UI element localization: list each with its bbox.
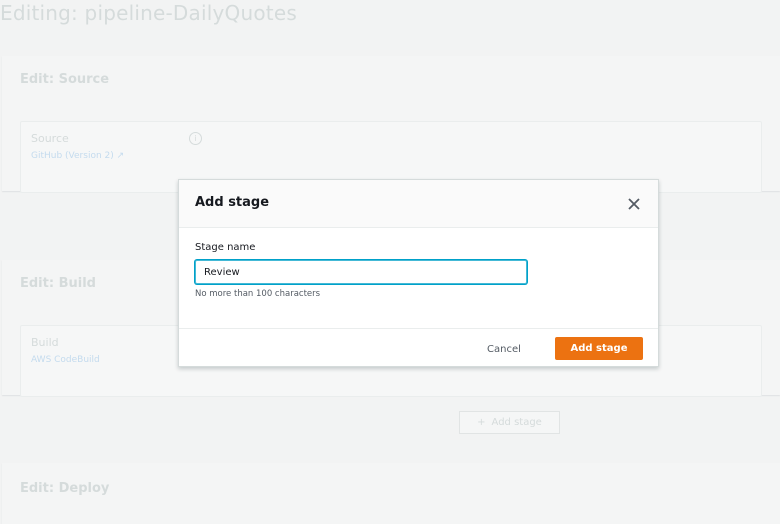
add-stage-label: Add stage (491, 417, 542, 428)
add-stage-modal: Add stage Stage name No more than 100 ch… (178, 179, 659, 367)
add-stage-submit-button[interactable]: Add stage (555, 337, 643, 360)
close-icon (628, 198, 640, 210)
stage-card-deploy: Edit: Deploy (2, 463, 780, 524)
page-title: Editing: pipeline-DailyQuotes (0, 1, 297, 25)
stage-card-source: Edit: Source Source i GitHub (Version 2)… (2, 56, 780, 193)
external-link-icon: ↗ (116, 151, 125, 161)
constraint-text: No more than 100 characters (195, 289, 321, 299)
modal-footer: Cancel Add stage (179, 328, 658, 367)
modal-header: Add stage (179, 180, 658, 228)
action-provider-label: GitHub (Version 2) (31, 151, 114, 161)
stage-name-label: Stage name (195, 242, 256, 253)
action-provider-link[interactable]: GitHub (Version 2) ↗ (31, 151, 124, 161)
stage-header: Edit: Source (20, 72, 110, 87)
stage-header: Edit: Deploy (20, 481, 110, 496)
close-button[interactable] (624, 194, 644, 214)
action-provider-link[interactable]: AWS CodeBuild (31, 355, 100, 365)
action-name: Build (31, 336, 59, 349)
info-icon[interactable]: i (189, 132, 202, 145)
stage-header: Edit: Build (20, 276, 96, 291)
action-name: Source (31, 132, 69, 145)
stage-name-input[interactable] (195, 260, 527, 284)
add-stage-button-background[interactable]: + Add stage (459, 411, 560, 434)
plus-icon: + (477, 417, 486, 428)
modal-title: Add stage (195, 195, 270, 210)
cancel-button[interactable]: Cancel (470, 339, 538, 359)
